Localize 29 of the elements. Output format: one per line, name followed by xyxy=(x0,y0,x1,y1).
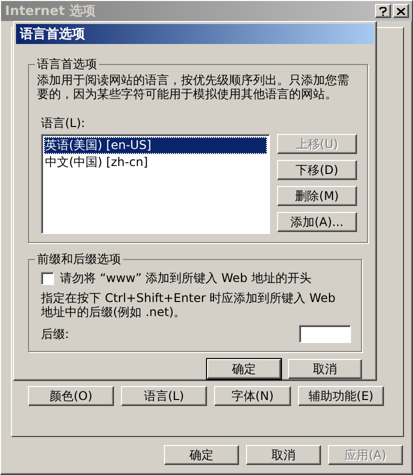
description-text: 添加用于阅读网站的语言，按优先级顺序列出。只添加您需要的，因为某些字符可能用于模拟使用其他语言的网站。 xyxy=(37,73,350,101)
appearance-button[interactable]: 字体(N) xyxy=(214,386,291,406)
appearance-button[interactable]: 辅助功能(E) xyxy=(298,386,384,406)
appearance-button[interactable]: 颜色(O) xyxy=(28,386,114,406)
close-button[interactable] xyxy=(393,4,409,18)
language-list[interactable]: 英语(美国) [en-US] 中文(中国) [zh-cn] xyxy=(41,134,270,234)
www-checkbox[interactable] xyxy=(41,272,54,285)
appearance-button[interactable]: 语言(L) xyxy=(121,386,207,406)
language-item[interactable]: 中文(中国) [zh-cn] xyxy=(44,154,149,171)
help-button[interactable] xyxy=(375,4,391,18)
suffix-description: 指定在按下 Ctrl+Shift+Enter 时应添加到所键入 Web 地址中的后缀(例如 .net)。 xyxy=(41,291,337,319)
list-action-button[interactable]: 下移(D) xyxy=(277,160,357,180)
suffix-field[interactable] xyxy=(299,325,351,343)
dialog-button[interactable]: 确定 xyxy=(164,445,239,465)
window-title: Internet 选项 xyxy=(5,3,96,20)
list-action-button[interactable]: 删除(M) xyxy=(277,186,357,206)
help-icon xyxy=(379,6,387,16)
dialog-button[interactable]: 取消 xyxy=(288,359,362,379)
dialog-title: 语言首选项 xyxy=(20,26,85,43)
group-title: 前缀和后缀选项 xyxy=(36,251,122,268)
dialog-button[interactable]: 确定 xyxy=(207,359,281,379)
list-action-button[interactable]: 添加(A)... xyxy=(277,212,357,232)
suffix-label: 后缀: xyxy=(41,326,70,342)
close-icon xyxy=(397,8,405,14)
list-label: 语言(L): xyxy=(41,115,86,132)
group-title: 语言首选项 xyxy=(36,56,98,73)
dialog-button[interactable]: 取消 xyxy=(246,445,321,465)
language-item[interactable]: 英语(美国) [en-US] xyxy=(44,137,267,154)
checkbox-label: 请勿将 “www” 添加到所键入 Web 地址的开头 xyxy=(60,270,312,287)
